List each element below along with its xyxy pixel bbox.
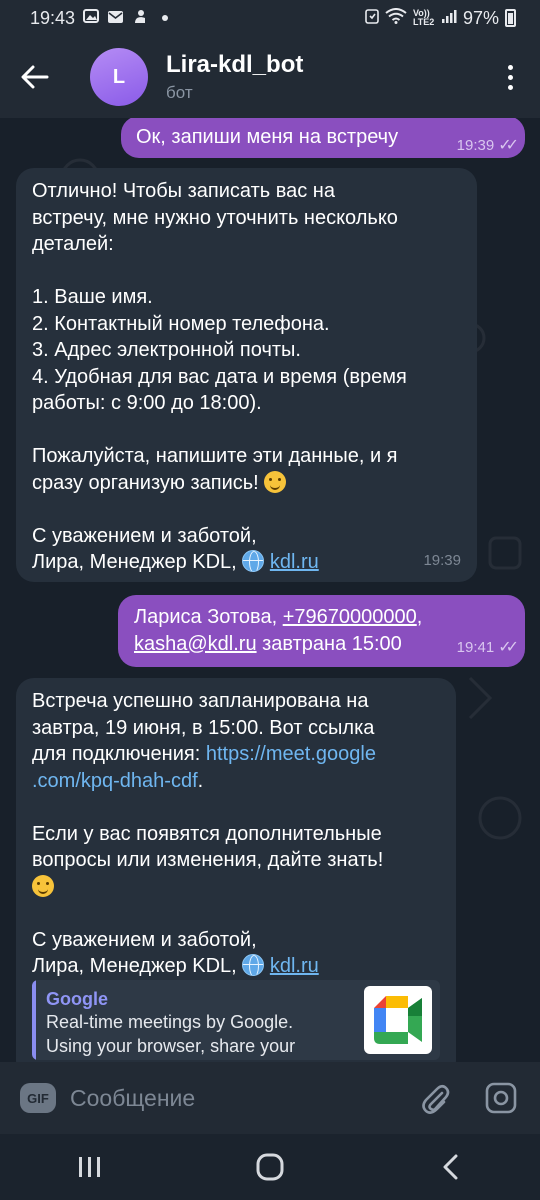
text-line: Лариса Зотова, +79670000000, (134, 606, 423, 628)
battery-icon (505, 9, 516, 27)
text-line: Лира, Менеджер KDL, kdl.ru (32, 954, 319, 977)
home-icon (256, 1153, 284, 1181)
smile-emoji-icon (32, 874, 54, 897)
preview-accent-bar (32, 980, 36, 1060)
text-line: работы: с 9:00 до 18:00). (32, 392, 262, 414)
attach-button[interactable] (410, 1073, 460, 1123)
message-text: Ок, запиши меня на встречу (136, 126, 399, 148)
text-line: 2. Контактный номер телефона. (32, 312, 330, 335)
message-time: 19:39 (423, 551, 461, 569)
message-meta: 19:41 ✓✓ (456, 635, 519, 662)
phone-link[interactable]: +79670000000 (283, 606, 417, 628)
text-line: С уважением и заботой, (32, 524, 257, 547)
email-link[interactable]: kasha@kdl.ru (134, 633, 257, 655)
text-line: Пожалуйста, напишите эти данные, и я (32, 445, 398, 467)
text-line: .com/kpq-dhah-cdf. (32, 769, 204, 792)
chat-subtitle: бот (166, 83, 193, 102)
chevron-left-icon (443, 1154, 458, 1180)
recent-apps-button[interactable] (60, 1142, 120, 1192)
status-bar: 19:43 Vo)) LTE2 97% (0, 0, 540, 36)
preview-site-name: Google (46, 989, 108, 1009)
alarm-icon (365, 8, 379, 29)
back-button[interactable] (0, 36, 70, 118)
message-input-bar: GIF Сообщение (0, 1062, 540, 1134)
text-line: Если у вас появятся дополнительные (32, 822, 382, 845)
message-input[interactable]: Сообщение (70, 1085, 410, 1112)
message-text: Лариса Зотова, +79670000000, kasha@kdl.r… (134, 604, 474, 657)
text-line: Встреча успешно запланирована на (32, 690, 369, 712)
text-line: С уважением и заботой, (32, 928, 257, 951)
gallery-notification-icon (83, 8, 100, 29)
dot (507, 64, 513, 70)
app-notification-icon (132, 8, 148, 29)
text-line: Отлично! Чтобы записать вас на (32, 180, 335, 202)
dot (507, 74, 513, 80)
more-notifications-icon (162, 15, 169, 21)
globe-emoji-icon (242, 954, 265, 976)
camera-icon (485, 1082, 517, 1114)
more-options-button[interactable] (480, 36, 540, 118)
meet-link[interactable]: https://meet.google (206, 743, 376, 765)
text-line (32, 874, 452, 901)
status-time: 19:43 (30, 7, 76, 28)
text-line: деталей: (32, 233, 114, 255)
status-left: 19:43 (30, 7, 169, 29)
text-line: сразу организую запись! (32, 470, 472, 497)
signal-icon (441, 8, 457, 29)
avatar-letter: L (112, 65, 126, 88)
chat-header: L Lira-kdl_bot бот (0, 36, 540, 118)
link-preview[interactable]: Google Real-time meetings by Google. Usi… (32, 980, 440, 1060)
double-check-icon: ✓✓ (498, 137, 519, 154)
text-line: 4. Удобная для вас дата и время (время (32, 365, 407, 388)
system-navigation-bar (0, 1134, 540, 1200)
gif-button[interactable]: GIF (20, 1083, 56, 1113)
recent-apps-icon (79, 1157, 100, 1177)
meet-link-continued[interactable]: .com/kpq-dhah-cdf (32, 770, 198, 792)
camera-button[interactable] (476, 1073, 526, 1123)
chat-area[interactable]: Ок, запиши меня на встречу 19:39 ✓✓ Отлич… (0, 118, 540, 1062)
kdl-link[interactable]: kdl.ru (270, 955, 319, 977)
wifi-icon (385, 7, 407, 29)
avatar[interactable]: L (90, 48, 148, 106)
dot (507, 84, 513, 90)
status-right: Vo)) LTE2 97% (365, 8, 516, 29)
kdl-link[interactable]: kdl.ru (270, 551, 319, 573)
network-type-label: Vo)) LTE2 (412, 8, 435, 27)
message-outgoing[interactable]: Ок, запиши меня на встречу 19:39 ✓✓ (121, 118, 525, 158)
preview-description: Real-time meetings by Google. Using your… (46, 1012, 296, 1056)
mail-notification-icon (107, 8, 124, 29)
arrow-left-icon (21, 65, 49, 89)
text-line: Лира, Менеджер KDL, kdl.ru (32, 550, 319, 573)
message-incoming[interactable]: Встреча успешно запланирована на завтра,… (16, 678, 456, 1062)
text-line: вопросы или изменения, дайте знать! (32, 849, 384, 871)
gif-label: GIF (27, 1090, 49, 1106)
chat-title: Lira-kdl_bot (166, 51, 304, 78)
back-nav-button[interactable] (420, 1142, 480, 1192)
globe-emoji-icon (242, 550, 265, 572)
message-incoming[interactable]: Отлично! Чтобы записать вас на встречу, … (16, 168, 477, 582)
paperclip-icon (422, 1084, 450, 1114)
text-line: 3. Адрес электронной почты. (32, 339, 301, 361)
message-meta: 19:39 ✓✓ (456, 133, 519, 160)
message-text: Отлично! Чтобы записать вас на встречу, … (32, 178, 472, 576)
message-time: 19:39 (456, 137, 495, 154)
message-outgoing[interactable]: Лариса Зотова, +79670000000, kasha@kdl.r… (118, 595, 525, 667)
google-meet-icon (364, 986, 432, 1054)
text-line: 1. Ваше имя. (32, 286, 153, 308)
smile-emoji-icon (264, 470, 287, 493)
home-button[interactable] (240, 1142, 300, 1192)
text-line: завтра, 19 июня, в 15:00. Вот ссылка (32, 716, 375, 739)
battery-percent: 97% (462, 7, 499, 28)
text-line: встречу, мне нужно уточнить несколько (32, 206, 398, 229)
double-check-icon: ✓✓ (498, 638, 519, 656)
text-line: для подключения: https://meet.google (32, 743, 376, 765)
chat-title-block[interactable]: Lira-kdl_bot бот (166, 51, 303, 103)
text-line: kasha@kdl.ru завтрана 15:00 (134, 632, 402, 655)
message-text: Встреча успешно запланирована на завтра,… (32, 688, 452, 980)
message-time: 19:41 (456, 638, 495, 656)
